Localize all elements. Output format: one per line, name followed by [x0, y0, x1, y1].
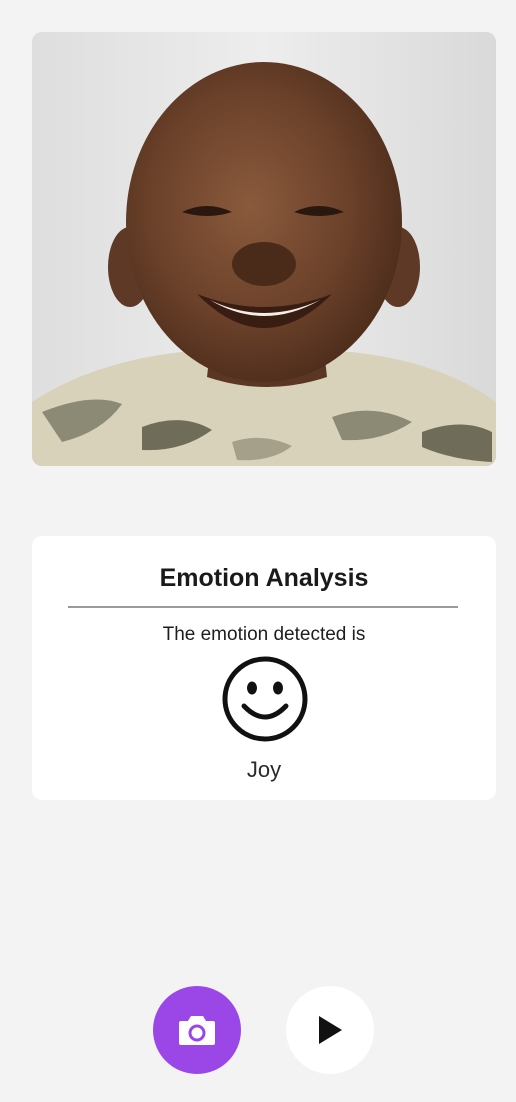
play-icon [319, 1016, 342, 1044]
smiling-child-photo [32, 32, 496, 466]
camera-icon [179, 1016, 215, 1045]
emotion-analysis-card: Emotion Analysis The emotion detected is… [32, 536, 496, 800]
card-divider [68, 606, 458, 608]
smiley-face-icon [220, 654, 310, 744]
analyzed-photo [32, 32, 496, 466]
card-title: Emotion Analysis [159, 564, 369, 592]
play-button[interactable] [286, 986, 374, 1074]
card-subtitle: The emotion detected is [162, 624, 366, 645]
emotion-label: Joy [246, 757, 282, 782]
camera-button[interactable] [153, 986, 241, 1074]
